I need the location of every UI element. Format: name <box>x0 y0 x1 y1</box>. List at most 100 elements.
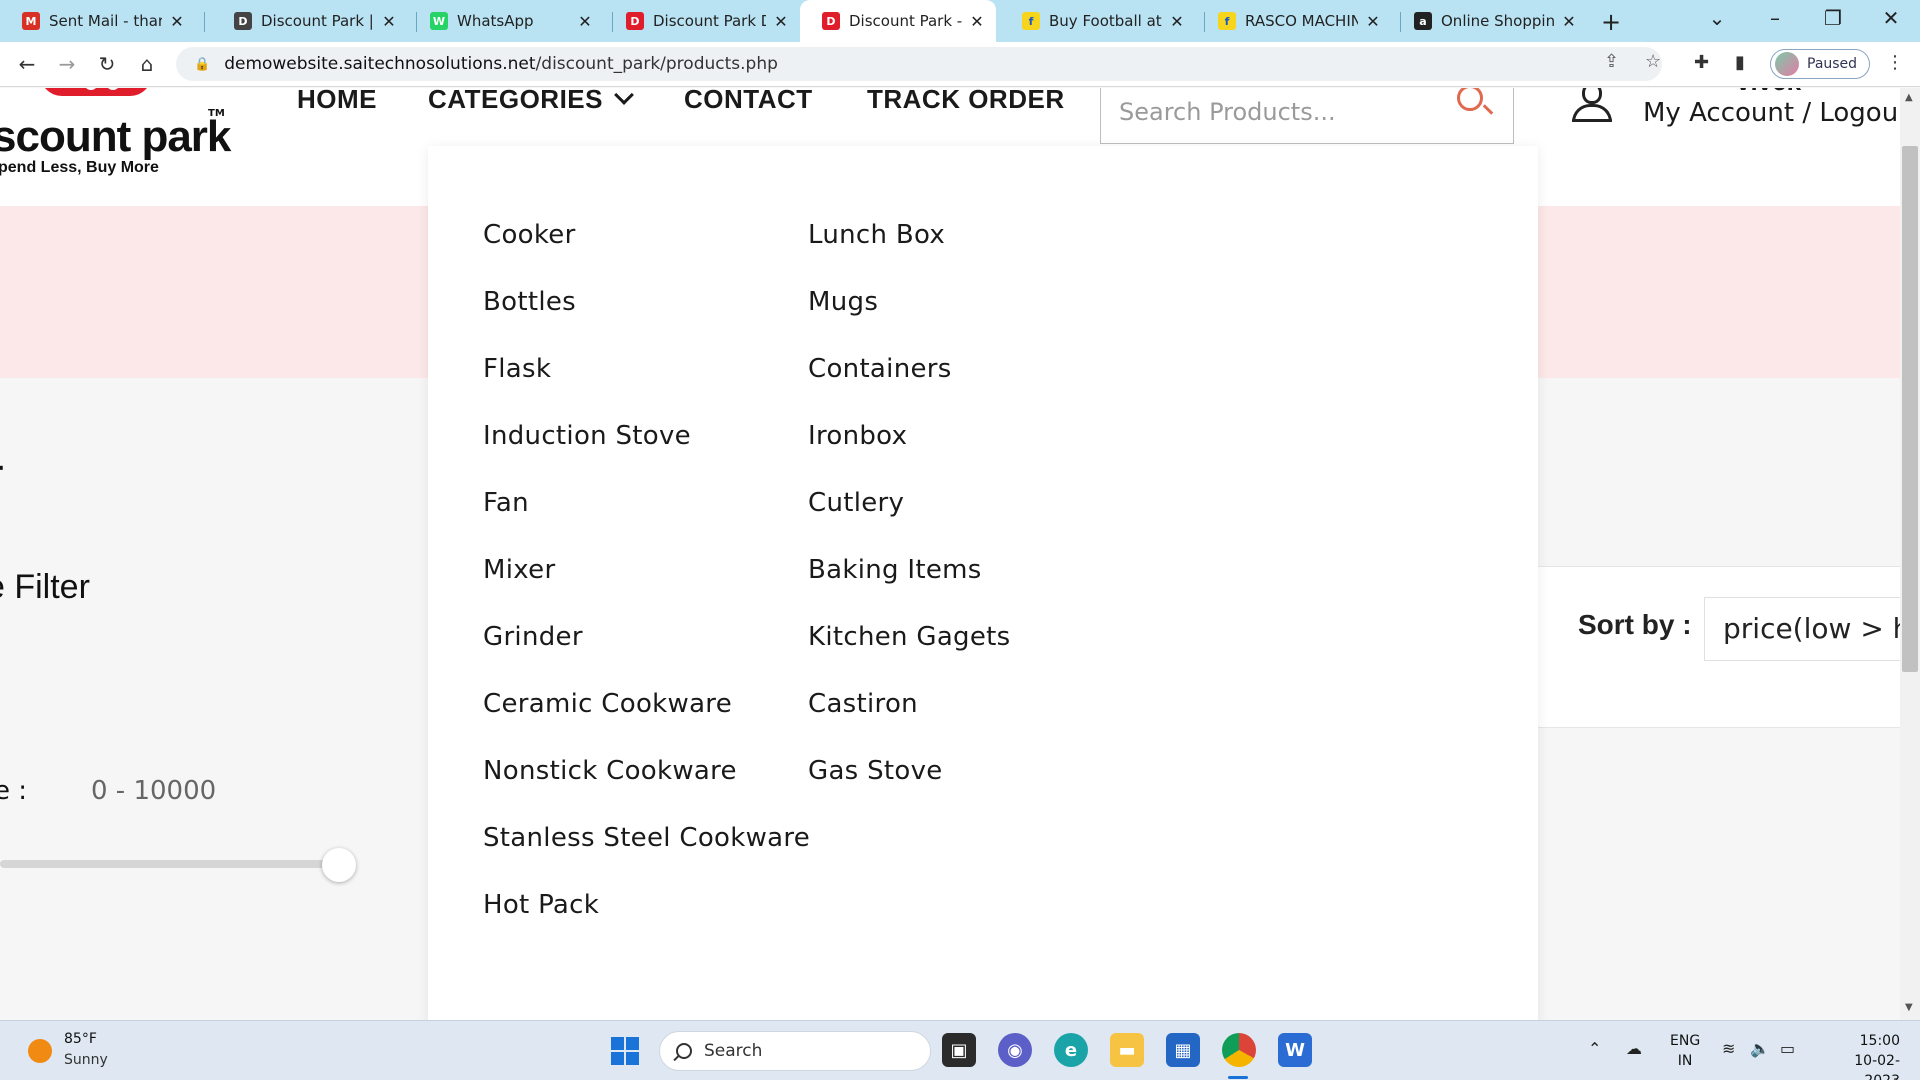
category-link[interactable]: Hot Pack <box>483 890 599 920</box>
minimize-icon[interactable]: – <box>1760 6 1790 30</box>
speaker-icon[interactable]: 🔈 <box>1750 1039 1770 1058</box>
close-tab-icon[interactable]: ✕ <box>968 12 986 31</box>
lock-icon: 🔒 <box>194 56 211 72</box>
extensions-puzzle-icon[interactable]: ✚ <box>1694 52 1709 73</box>
logo-cart-mark[interactable] <box>40 88 152 96</box>
category-link[interactable]: Grinder <box>483 622 583 652</box>
word-icon[interactable]: W <box>1278 1033 1312 1067</box>
user-icon[interactable] <box>1570 88 1614 126</box>
back-icon[interactable]: ← <box>14 52 40 76</box>
taskbar-search[interactable]: Search <box>659 1031 931 1071</box>
browser-tab[interactable]: M Sent Mail - tharas ✕ <box>0 0 196 42</box>
filter-heading: r <box>0 454 3 493</box>
home-icon[interactable]: ⌂ <box>134 52 160 76</box>
weather-temperature[interactable]: 85°F <box>64 1031 97 1047</box>
file-explorer-icon[interactable]: ▬ <box>1110 1033 1144 1067</box>
scroll-down-arrow-icon[interactable]: ▼ <box>1905 1002 1913 1013</box>
category-link[interactable]: Fan <box>483 488 529 518</box>
nav-categories-label: CATEGORIES <box>428 88 603 114</box>
category-link[interactable]: Ceramic Cookware <box>483 689 732 719</box>
discount-park-icon: D <box>626 12 644 30</box>
profile-paused-button[interactable]: Paused <box>1770 49 1871 79</box>
category-link[interactable]: Flask <box>483 354 551 384</box>
restore-icon[interactable]: ❐ <box>1818 6 1848 30</box>
system-clock[interactable]: 15:00 10-02-2023 <box>1820 1031 1900 1080</box>
sort-bar: Sort by : price(low > hig <box>1536 566 1900 728</box>
search-icon[interactable] <box>1457 88 1483 111</box>
close-tab-icon[interactable]: ✕ <box>576 12 594 31</box>
close-tab-icon[interactable]: ✕ <box>380 12 398 31</box>
active-app-indicator <box>1228 1076 1248 1079</box>
category-link[interactable]: Ironbox <box>808 421 907 451</box>
side-panel-icon[interactable]: ▮ <box>1735 52 1745 73</box>
browser-tab[interactable]: D Discount Park - e ✕ <box>800 0 996 42</box>
windows-start-icon[interactable] <box>611 1037 639 1065</box>
browser-tab[interactable]: D Discount Park | Tr ✕ <box>212 0 408 42</box>
browser-tab-label: Buy Football at u <box>1049 12 1162 30</box>
clock-time: 15:00 <box>1859 1033 1900 1049</box>
address-bar[interactable]: 🔒 demowebsite.saitechnosolutions.net/dis… <box>176 47 1662 81</box>
category-link[interactable]: Castiron <box>808 689 918 719</box>
nav-categories[interactable]: CATEGORIES <box>428 88 634 115</box>
battery-icon[interactable]: ▭ <box>1780 1039 1795 1058</box>
tab-search-chevron-icon[interactable]: ⌄ <box>1702 6 1732 30</box>
wifi-icon[interactable]: ≋ <box>1722 1039 1735 1058</box>
scroll-up-arrow-icon[interactable]: ▲ <box>1905 92 1913 103</box>
nav-contact[interactable]: CONTACT <box>684 88 813 115</box>
forward-icon[interactable]: → <box>54 52 80 76</box>
category-link[interactable]: Stanless Steel Cookware <box>483 823 810 853</box>
category-link[interactable]: Baking Items <box>808 555 982 585</box>
category-link[interactable]: Induction Stove <box>483 421 691 451</box>
nav-home[interactable]: HOME <box>297 88 377 115</box>
teams-chat-icon[interactable]: ◉ <box>998 1033 1032 1067</box>
reload-icon[interactable]: ↻ <box>94 52 120 76</box>
category-link[interactable]: Mugs <box>808 287 878 317</box>
nav-track-order[interactable]: TRACK ORDER <box>867 88 1065 115</box>
show-hidden-icons-chevron-icon[interactable]: ⌃ <box>1588 1039 1601 1058</box>
browser-tab[interactable]: f RASCO MACHINE ✕ <box>1196 0 1392 42</box>
category-link[interactable]: Bottles <box>483 287 576 317</box>
edge-icon[interactable]: e <box>1054 1033 1088 1067</box>
browser-tab[interactable]: f Buy Football at u ✕ <box>1000 0 1196 42</box>
category-link[interactable]: Nonstick Cookware <box>483 756 737 786</box>
browser-tab[interactable]: a Online Shopping ✕ <box>1392 0 1588 42</box>
category-link[interactable]: Cooker <box>483 220 576 250</box>
close-tab-icon[interactable]: ✕ <box>1168 12 1186 31</box>
weather-description[interactable]: Sunny <box>64 1052 108 1068</box>
close-tab-icon[interactable]: ✕ <box>1560 12 1578 31</box>
language-code: ENG <box>1670 1033 1701 1049</box>
sort-select[interactable]: price(low > hig <box>1704 597 1900 661</box>
close-window-icon[interactable]: ✕ <box>1876 6 1906 30</box>
category-link[interactable]: Mixer <box>483 555 555 585</box>
browser-menu-icon[interactable]: ⋮ <box>1886 52 1904 73</box>
price-slider-handle[interactable] <box>322 848 356 882</box>
category-link[interactable]: Containers <box>808 354 952 384</box>
category-link[interactable]: Gas Stove <box>808 756 943 786</box>
bookmark-star-icon[interactable]: ☆ <box>1645 51 1661 72</box>
weather-sun-icon[interactable] <box>28 1039 52 1063</box>
price-slider-track[interactable] <box>0 860 340 868</box>
chrome-icon[interactable] <box>1222 1033 1256 1067</box>
account-logout-link[interactable]: My Account / Logou <box>1643 98 1898 128</box>
logo-wheel <box>84 88 98 90</box>
category-link[interactable]: Lunch Box <box>808 220 945 250</box>
profile-avatar <box>1775 52 1799 76</box>
browser-tab[interactable]: W WhatsApp ✕ <box>408 0 604 42</box>
close-tab-icon[interactable]: ✕ <box>1364 12 1382 31</box>
close-tab-icon[interactable]: ✕ <box>168 12 186 31</box>
browser-tab[interactable]: D Discount Park Da ✕ <box>604 0 800 42</box>
logo-text[interactable]: scount park <box>0 112 231 162</box>
category-link[interactable]: Kitchen Gagets <box>808 622 1011 652</box>
category-link[interactable]: Cutlery <box>808 488 904 518</box>
profile-status-label: Paused <box>1807 56 1858 72</box>
input-language[interactable]: ENG IN <box>1670 1031 1700 1071</box>
search-input[interactable] <box>1119 97 1439 127</box>
categories-dropdown: Cooker Bottles Flask Induction Stove Fan Mixe… <box>428 146 1538 1020</box>
close-tab-icon[interactable]: ✕ <box>772 12 790 31</box>
onedrive-icon[interactable]: ☁ <box>1626 1039 1642 1058</box>
scrollbar-thumb[interactable] <box>1902 146 1918 672</box>
share-icon[interactable]: ⇪ <box>1604 51 1619 72</box>
new-tab-button[interactable]: + <box>1598 8 1624 36</box>
microsoft-store-icon[interactable]: ▦ <box>1166 1033 1200 1067</box>
task-view-icon[interactable]: ▣ <box>942 1033 976 1067</box>
